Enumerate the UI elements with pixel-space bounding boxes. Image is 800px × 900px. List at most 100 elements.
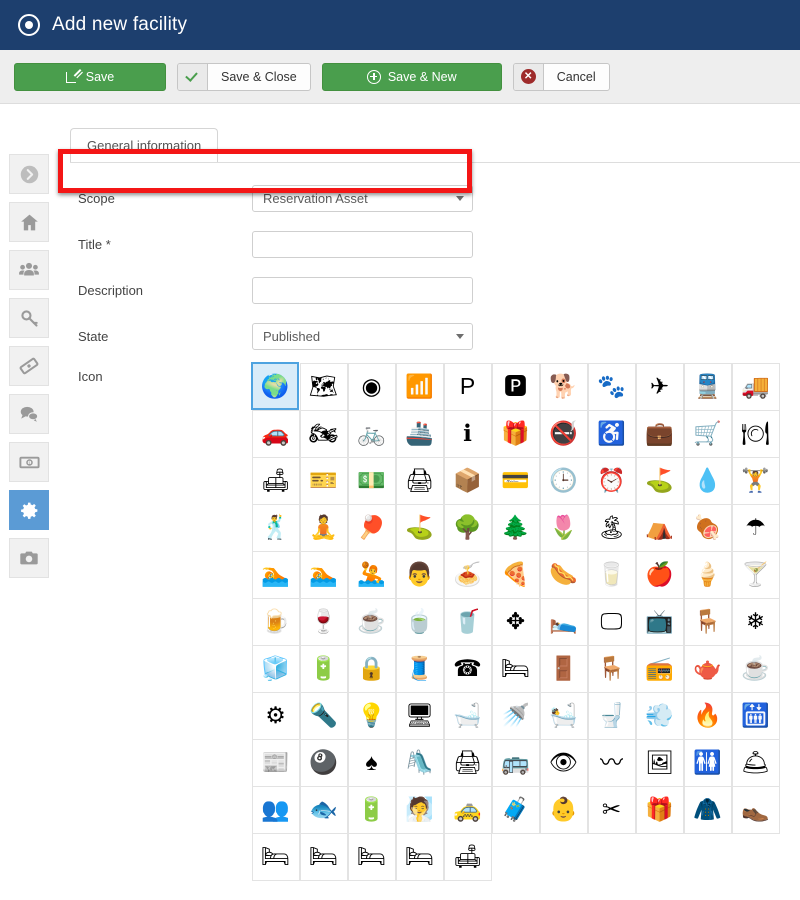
icon-cell-desk-lamp[interactable]: 🔦 xyxy=(300,692,348,740)
icon-cell-iron[interactable]: 🧵 xyxy=(396,645,444,693)
icon-cell-eye[interactable]: 👁 xyxy=(540,739,588,787)
title-input[interactable] xyxy=(252,231,473,258)
icon-cell-wine-glass[interactable]: 🍷 xyxy=(300,598,348,646)
icon-cell-computer[interactable]: 🖥 xyxy=(396,692,444,740)
icon-cell-pine-trees[interactable]: 🌲 xyxy=(492,504,540,552)
icon-cell-printer[interactable]: 🖨 xyxy=(444,739,492,787)
icon-cell-coffee-cup[interactable]: 🍵 xyxy=(396,598,444,646)
icon-cell-signal[interactable]: ◉ xyxy=(348,363,396,411)
icon-cell-paw[interactable]: 🐾 xyxy=(588,363,636,411)
icon-cell-luggage-cart[interactable]: 🛒 xyxy=(684,410,732,458)
icon-cell-cash-register[interactable]: 🖨 xyxy=(396,457,444,505)
icon-cell-shoe-shine[interactable]: 👞 xyxy=(732,786,780,834)
icon-cell-translate-map[interactable]: 🗺 xyxy=(300,363,348,411)
icon-cell-golf-flag[interactable]: ⛳ xyxy=(636,457,684,505)
icon-cell-hairdryer[interactable]: 💨 xyxy=(636,692,684,740)
icon-cell-move-arrows[interactable]: ✥ xyxy=(492,598,540,646)
icon-cell-beer-mug[interactable]: 🍺 xyxy=(252,598,300,646)
icon-cell-gift-shop[interactable]: 🎁 xyxy=(636,786,684,834)
icon-cell-parking-circle[interactable]: 🅿 xyxy=(492,363,540,411)
icon-cell-group-people[interactable]: 👥 xyxy=(252,786,300,834)
icon-cell-no-smoking[interactable]: 🚭 xyxy=(540,410,588,458)
icon-cell-swimmer[interactable]: 🏊 xyxy=(300,551,348,599)
icon-cell-airplane[interactable]: ✈ xyxy=(636,363,684,411)
sidebar-item-key[interactable] xyxy=(9,298,49,338)
icon-cell-takeaway-cup[interactable]: 🥤 xyxy=(444,598,492,646)
sidebar-item-users[interactable] xyxy=(9,250,49,290)
icon-cell-hotdog[interactable]: 🌭 xyxy=(540,551,588,599)
icon-cell-truck[interactable]: 🚚 xyxy=(732,363,780,411)
icon-cell-waves[interactable]: 〰 xyxy=(588,739,636,787)
icon-cell-washing-machine[interactable]: 🔋 xyxy=(300,645,348,693)
icon-cell-wardrobe[interactable]: 🚪 xyxy=(540,645,588,693)
icon-cell-fan[interactable]: ⚙ xyxy=(252,692,300,740)
icon-cell-telephone[interactable]: ☎ xyxy=(444,645,492,693)
icon-cell-tent[interactable]: ⛺ xyxy=(636,504,684,552)
icon-cell-reception[interactable]: 🛎 xyxy=(732,739,780,787)
icon-cell-briefcase[interactable]: 💼 xyxy=(636,410,684,458)
icon-cell-queen-bed[interactable]: 🛏 xyxy=(348,833,396,881)
icon-cell-shower[interactable]: 🚿 xyxy=(492,692,540,740)
icon-picker-grid[interactable]: 🌍🗺◉📶P🅿🐕🐾✈🚆🚚🚗🏍🚲🚢ℹ🎁🚭♿💼🛒🍽🛋🎫💵🖨📦💳🕒⏰⛳💧🏋🕺🧘🏓⛳🌳🌲🌷… xyxy=(252,363,780,880)
icon-cell-clock[interactable]: 🕒 xyxy=(540,457,588,505)
icon-cell-tree[interactable]: 🌳 xyxy=(444,504,492,552)
sidebar-item-tickets[interactable] xyxy=(9,346,49,386)
scope-select[interactable]: Reservation Asset xyxy=(252,185,473,212)
icon-cell-apple[interactable]: 🍎 xyxy=(636,551,684,599)
icon-cell-bidet[interactable]: 🚽 xyxy=(588,692,636,740)
icon-cell-box-open[interactable]: 📦 xyxy=(444,457,492,505)
icon-cell-pizza[interactable]: 🍕 xyxy=(492,551,540,599)
icon-cell-picture-frame[interactable]: 🖼 xyxy=(636,739,684,787)
description-input[interactable] xyxy=(252,277,473,304)
icon-cell-tv-stand[interactable]: 🖵 xyxy=(588,598,636,646)
icon-cell-info[interactable]: ℹ xyxy=(444,410,492,458)
icon-cell-gift[interactable]: 🎁 xyxy=(492,410,540,458)
tab-general-information[interactable]: General information xyxy=(70,128,218,162)
state-select[interactable]: Published xyxy=(252,323,473,350)
icon-cell-ticket[interactable]: 🎫 xyxy=(300,457,348,505)
icon-cell-credit-card[interactable]: 💳 xyxy=(492,457,540,505)
icon-cell-luggage[interactable]: 🧳 xyxy=(492,786,540,834)
icon-cell-bath-person[interactable]: 🛀 xyxy=(540,692,588,740)
save-button[interactable]: Save xyxy=(14,63,166,91)
icon-cell-hot-drink[interactable]: ☕ xyxy=(348,598,396,646)
icon-cell-swimming-pool[interactable]: 🏊 xyxy=(252,551,300,599)
icon-cell-table-lamp[interactable]: 💡 xyxy=(348,692,396,740)
icon-cell-eco-battery[interactable]: 🔋 xyxy=(348,786,396,834)
icon-cell-sofa[interactable]: 🛋 xyxy=(444,833,492,881)
icon-cell-train[interactable]: 🚆 xyxy=(684,363,732,411)
icon-cell-room-service[interactable]: 🍽 xyxy=(732,410,780,458)
icon-cell-twin-beds[interactable]: 🛏 xyxy=(396,833,444,881)
icon-cell-teapot[interactable]: 🫖 xyxy=(684,645,732,693)
icon-cell-heater[interactable]: 🔥 xyxy=(684,692,732,740)
sidebar-item-settings[interactable] xyxy=(9,490,49,530)
icon-cell-spa-hand-drop[interactable]: 💧 xyxy=(684,457,732,505)
sidebar-item-expand[interactable] xyxy=(9,154,49,194)
icon-cell-ship[interactable]: 🚢 xyxy=(396,410,444,458)
icon-cell-car[interactable]: 🚗 xyxy=(252,410,300,458)
icon-cell-golf-tee[interactable]: ⛳ xyxy=(396,504,444,552)
icon-cell-pasta-bowl[interactable]: 🍝 xyxy=(444,551,492,599)
icon-cell-refrigerator[interactable]: 🧊 xyxy=(252,645,300,693)
icon-cell-table-chairs[interactable]: 🪑 xyxy=(588,645,636,693)
icon-cell-hanger[interactable]: 🧥 xyxy=(684,786,732,834)
icon-cell-bus[interactable]: 🚌 xyxy=(492,739,540,787)
icon-cell-coffee-machine[interactable]: ☕ xyxy=(732,645,780,693)
icon-cell-reception-desk[interactable]: 🛋 xyxy=(252,457,300,505)
icon-cell-cocktail[interactable]: 🍸 xyxy=(732,551,780,599)
save-and-close-button[interactable]: Save & Close xyxy=(177,63,311,91)
icon-cell-dumbbell[interactable]: 🏋 xyxy=(732,457,780,505)
cancel-button[interactable]: ✕ Cancel xyxy=(513,63,610,91)
icon-cell-newspaper[interactable]: 📰 xyxy=(252,739,300,787)
icon-cell-bathtub[interactable]: 🛁 xyxy=(444,692,492,740)
icon-cell-globe[interactable]: 🌍 xyxy=(251,362,299,410)
icon-cell-valet-parking[interactable]: 🚕 xyxy=(444,786,492,834)
icon-cell-bbq-grill[interactable]: 🍖 xyxy=(684,504,732,552)
icon-cell-parking-sign[interactable]: P xyxy=(444,363,492,411)
icon-cell-baby-scan[interactable]: 🐟 xyxy=(300,786,348,834)
sidebar-item-messages[interactable] xyxy=(9,394,49,434)
icon-cell-bed-person[interactable]: 🛌 xyxy=(540,598,588,646)
icon-cell-alarm-clock[interactable]: ⏰ xyxy=(588,457,636,505)
icon-cell-flower[interactable]: 🌷 xyxy=(540,504,588,552)
icon-cell-no-pets[interactable]: 🐕 xyxy=(540,363,588,411)
